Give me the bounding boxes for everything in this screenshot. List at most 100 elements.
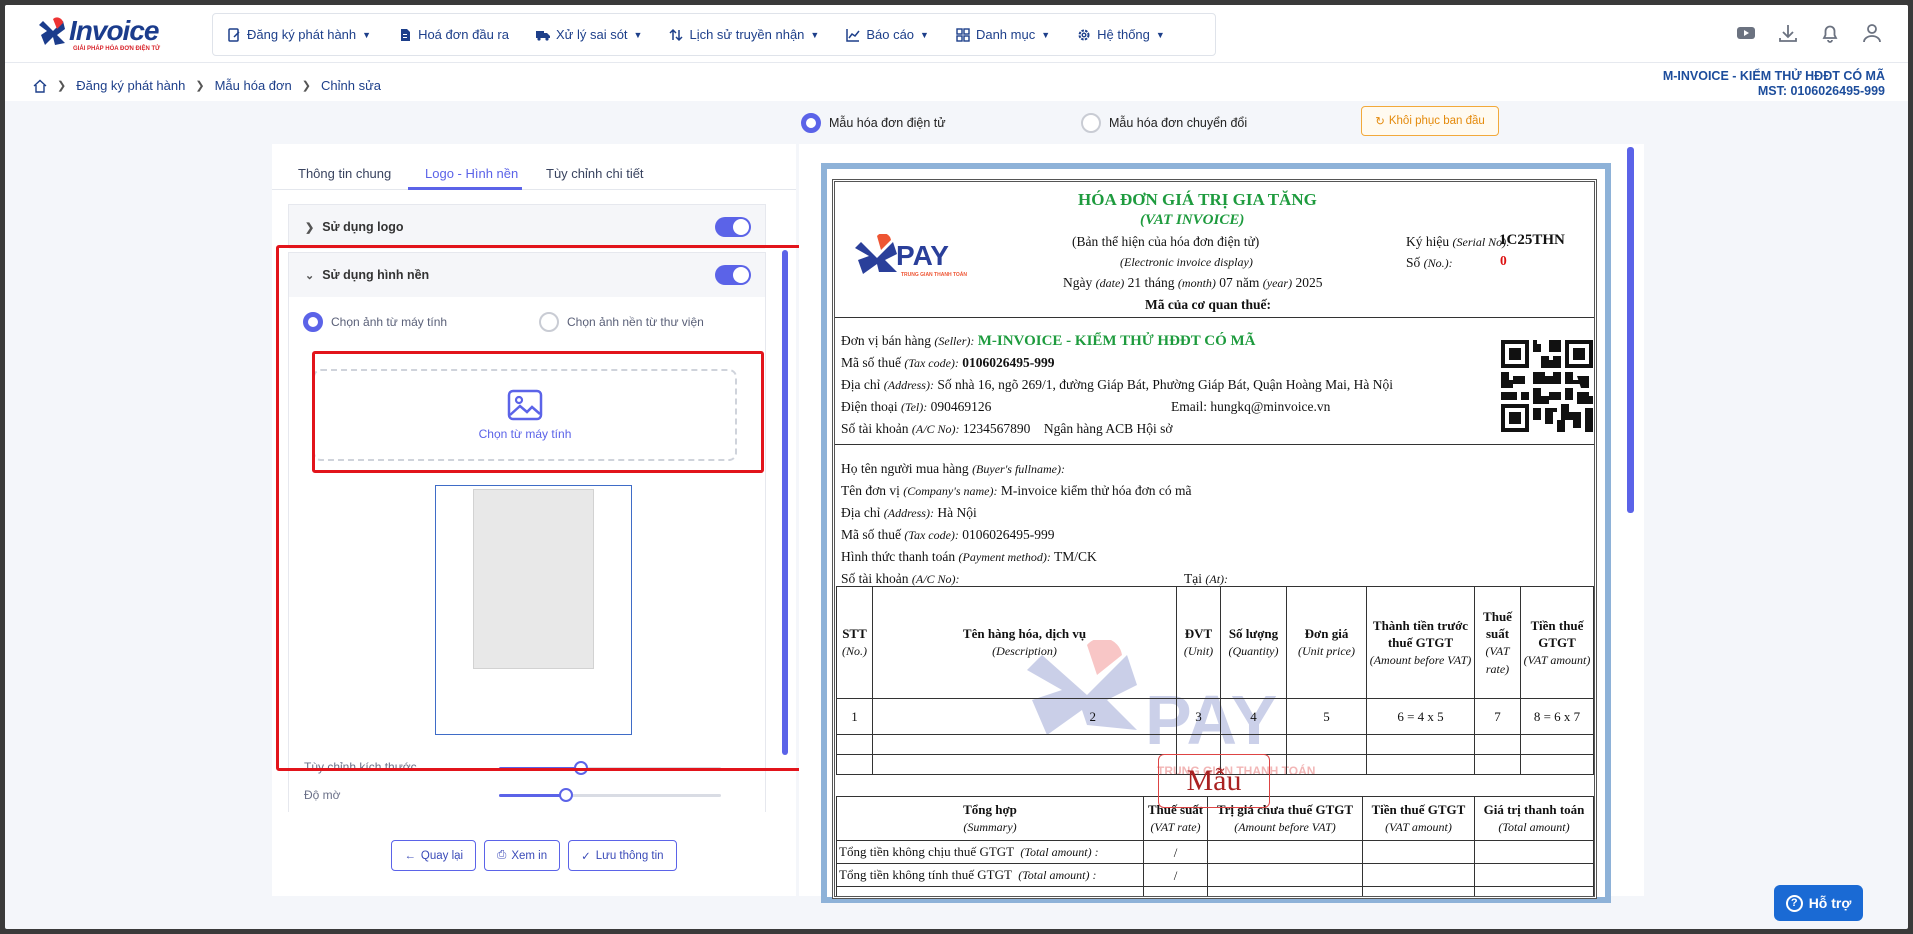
- check-icon: ✓: [581, 850, 591, 863]
- seller-text: Địa chỉ: [841, 377, 881, 392]
- number-value: 0: [1500, 253, 1507, 268]
- company-tax-code: MST: 0106026495-999: [1757, 84, 1885, 98]
- buyer-name-line: Họ tên người mua hàng (Buyer's fullname)…: [841, 461, 1065, 477]
- buyer-address: Hà Nội: [937, 505, 977, 520]
- tab-logo-background[interactable]: Logo - Hình nền: [425, 166, 518, 181]
- buyer-text: (Tax code):: [904, 528, 959, 542]
- radio-dot: [1081, 113, 1101, 133]
- slider-knob[interactable]: [558, 788, 573, 802]
- back-button[interactable]: ← Quay lại: [391, 840, 477, 871]
- menu-dang-ky-phat-hanh[interactable]: Đăng ký phát hành ▼: [227, 27, 371, 42]
- header-vi: Thuế suất: [1483, 608, 1512, 641]
- breadcrumb-item[interactable]: Mẫu hóa đơn: [215, 78, 292, 93]
- header-en: (No.): [842, 644, 867, 658]
- table-cell: 4: [1220, 698, 1287, 735]
- menu-he-thong[interactable]: Hệ thống ▼: [1077, 27, 1165, 42]
- summary-label: Tổng tiền không chịu thuế GTGT: [839, 844, 1014, 859]
- table-header: Thành tiền trước thuế GTGT (Amount before…: [1366, 586, 1475, 699]
- seller-bank: Ngân hàng ACB Hội sở: [1043, 421, 1173, 436]
- slider-fill: [499, 794, 566, 797]
- summary-label-en: (Total amount) :: [1020, 845, 1099, 859]
- menu-hoa-don-dau-ra[interactable]: Hoá đơn đầu ra: [398, 27, 509, 42]
- home-icon[interactable]: [33, 79, 47, 93]
- menu-label: Báo cáo: [866, 27, 915, 42]
- radio-dot-selected: [801, 113, 821, 133]
- header-en: (Amount before VAT): [1234, 820, 1336, 834]
- radio-label: Mẫu hóa đơn điện tử: [829, 116, 946, 130]
- seller-account-line: Số tài khoản (A/C No): 1234567890 Ngân h…: [841, 421, 1173, 437]
- summary-cell: /: [1143, 863, 1208, 887]
- support-button[interactable]: ? Hỗ trợ: [1774, 885, 1863, 921]
- seller-address: Số nhà 16, ngõ 269/1, đường Giáp Bát, Ph…: [937, 377, 1393, 392]
- menu-label: Hệ thống: [1097, 27, 1150, 42]
- seller-text: (Address):: [883, 378, 934, 392]
- radio-converted-template[interactable]: Mẫu hóa đơn chuyển đổi: [1081, 113, 1247, 133]
- header-en: (Amount before VAT): [1369, 652, 1472, 667]
- header-vi: Giá trị thanh toán: [1483, 802, 1585, 817]
- buyer-company-line: Tên đơn vị (Company's name): M-invoice k…: [841, 483, 1192, 499]
- qr-code-icon: [1501, 340, 1593, 432]
- logo-section-title: Sử dụng logo: [322, 220, 404, 234]
- summary-cell: [1207, 863, 1363, 887]
- serial-text: Ký hiệu: [1406, 234, 1450, 249]
- save-label: Lưu thông tin: [595, 849, 664, 862]
- header-vi: Tổng hợp: [963, 802, 1017, 817]
- chevron-down-icon: ▼: [362, 29, 372, 40]
- download-icon[interactable]: [1777, 22, 1799, 44]
- youtube-icon[interactable]: [1735, 22, 1757, 44]
- gear-icon: [1078, 29, 1090, 40]
- print-preview-button[interactable]: ⎙ Xem in: [484, 840, 561, 871]
- table-cell: [1474, 754, 1521, 775]
- summary-cell: Tổng tiền không tính thuế GTGT (Total am…: [836, 863, 1144, 887]
- logo-section-header[interactable]: ❯ Sử dụng logo: [289, 205, 765, 249]
- buyer-text: (Payment method):: [958, 550, 1051, 564]
- table-header: Thuế suất (VAT rate): [1474, 586, 1521, 699]
- buyer-text: Tên đơn vị: [841, 483, 900, 498]
- table-header: STT (No.): [836, 586, 873, 699]
- summary-cell: Tổng tiền không chịu thuế GTGT (Total am…: [836, 840, 1144, 864]
- header-en: (VAT rate): [1150, 820, 1201, 834]
- logo-mark-icon: [39, 17, 65, 45]
- summary-cell: [1362, 840, 1475, 864]
- menu-xu-ly-sai-sot[interactable]: Xử lý sai sót ▼: [535, 27, 642, 42]
- restore-default-button[interactable]: ↻ Khôi phục ban đầu: [1361, 106, 1499, 136]
- back-label: Quay lại: [420, 849, 464, 862]
- summary-cell: [1143, 886, 1208, 896]
- menu-lich-su-truyen-nhan[interactable]: Lịch sử truyền nhận ▼: [669, 27, 819, 42]
- app-logo[interactable]: Invoice GIẢI PHÁP HÓA ĐƠN ĐIỆN TỬ: [35, 15, 175, 55]
- seller-text: Số tài khoản: [841, 421, 909, 436]
- menu-bao-cao[interactable]: Báo cáo ▼: [846, 27, 929, 42]
- tab-general-info[interactable]: Thông tin chung: [298, 166, 391, 181]
- chevron-down-icon: ▼: [810, 29, 820, 40]
- breadcrumb-item[interactable]: Đăng ký phát hành: [76, 78, 185, 93]
- pay-logo-text: PAY: [896, 240, 949, 271]
- seller-tax: 0106026495-999: [962, 355, 1055, 370]
- menu-label: Đăng ký phát hành: [247, 27, 357, 42]
- logo-text: Invoice: [69, 15, 159, 46]
- buyer-text: (At):: [1205, 572, 1229, 586]
- seller-line: Đơn vị bán hàng (Seller): M-INVOICE - KI…: [841, 333, 1256, 350]
- seller-email-line: Email: hungkq@minvoice.vn: [1171, 399, 1330, 415]
- buyer-text: Hình thức thanh toán: [841, 549, 956, 564]
- arrow-left-icon: ←: [404, 849, 416, 862]
- header-en: (VAT amount): [1385, 820, 1452, 834]
- menu-danh-muc[interactable]: Danh mục ▼: [956, 27, 1050, 42]
- date-text: (year): [1262, 276, 1293, 290]
- invoice-subtitle: (VAT INVOICE): [1140, 212, 1245, 228]
- chevron-right-icon: ❯: [195, 80, 205, 92]
- bell-icon[interactable]: [1819, 22, 1841, 44]
- tab-custom-detail[interactable]: Tùy chỉnh chi tiết: [546, 166, 644, 181]
- logo-toggle[interactable]: [715, 217, 751, 237]
- radio-electronic-template[interactable]: Mẫu hóa đơn điện tử: [801, 113, 946, 133]
- header-vi: Số lượng: [1228, 626, 1279, 641]
- save-button[interactable]: ✓ Lưu thông tin: [568, 840, 677, 871]
- table-cell: 5: [1286, 698, 1367, 735]
- preview-scrollbar[interactable]: [1627, 147, 1634, 513]
- buyer-text: Địa chỉ: [841, 505, 881, 520]
- highlight-box-upload: [312, 351, 764, 473]
- opacity-slider[interactable]: [499, 788, 721, 802]
- pay-logo-icon: [855, 234, 897, 274]
- user-icon[interactable]: [1861, 22, 1883, 44]
- logo-tagline: GIẢI PHÁP HÓA ĐƠN ĐIỆN TỬ: [73, 46, 161, 52]
- summary-cell: [836, 886, 1144, 896]
